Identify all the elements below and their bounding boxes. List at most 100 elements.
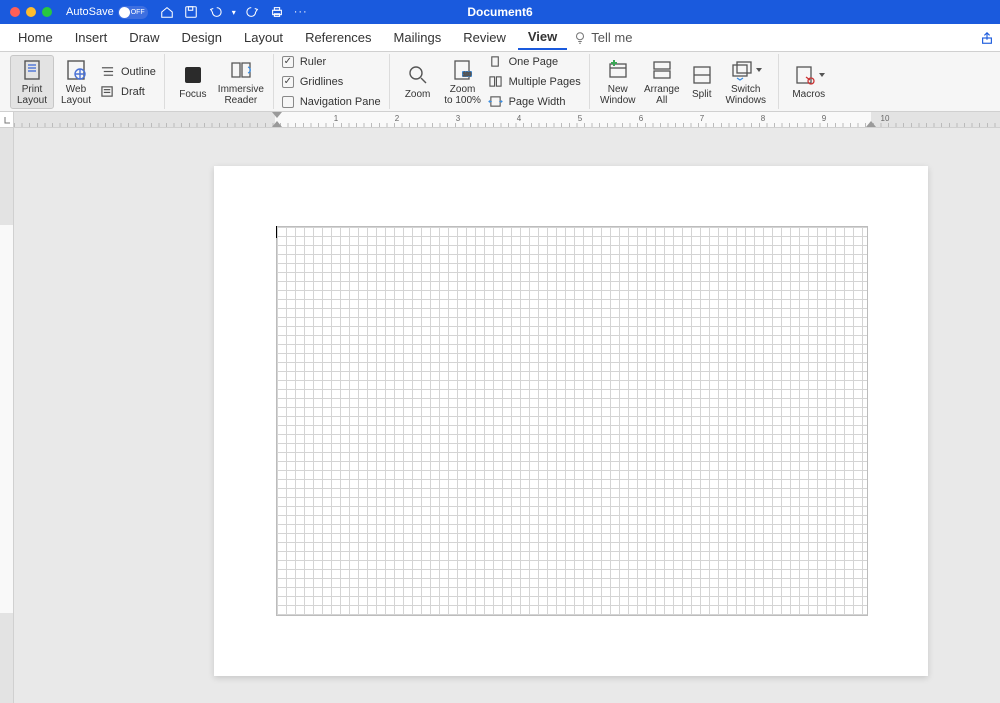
navigation-check-icon <box>282 96 294 108</box>
tab-references[interactable]: References <box>295 26 381 49</box>
right-indent-icon[interactable] <box>866 121 876 127</box>
draft-label: Draft <box>121 86 145 98</box>
focus-icon <box>181 63 205 87</box>
web-layout-button[interactable]: Web Layout <box>54 55 98 109</box>
first-line-indent-icon[interactable] <box>272 112 282 118</box>
titlebar: AutoSave OFF ▾ ··· Document6 <box>0 0 1000 24</box>
autosave-control[interactable]: AutoSave OFF <box>66 6 148 19</box>
ribbon-tabs: Home Insert Draw Design Layout Reference… <box>0 24 1000 52</box>
macros-icon <box>793 63 817 87</box>
undo-icon[interactable] <box>208 5 222 19</box>
autosave-toggle[interactable]: OFF <box>118 6 148 19</box>
zoom-subcolumn: One Page Multiple Pages Page Width <box>486 53 583 110</box>
new-window-button[interactable]: New Window <box>596 55 640 109</box>
redo-icon[interactable] <box>246 5 260 19</box>
save-icon[interactable] <box>184 5 198 19</box>
macros-dropdown-icon <box>819 73 825 77</box>
share-icon[interactable] <box>980 31 994 45</box>
print-icon[interactable] <box>270 5 284 19</box>
zoom-100-button[interactable]: 100 Zoom to 100% <box>440 55 486 109</box>
tab-view[interactable]: View <box>518 25 567 50</box>
minimize-window-button[interactable] <box>26 7 36 17</box>
outline-draft-column: Outline Draft <box>98 63 158 100</box>
multiple-pages-button[interactable]: Multiple Pages <box>486 73 583 90</box>
ruler-num: 7 <box>700 114 704 123</box>
tell-me-search[interactable]: Tell me <box>573 30 632 45</box>
close-window-button[interactable] <box>10 7 20 17</box>
undo-dropdown-icon[interactable]: ▾ <box>232 8 236 17</box>
multiple-pages-label: Multiple Pages <box>509 76 581 88</box>
window-controls <box>10 7 52 17</box>
switch-windows-icon <box>730 58 754 82</box>
tab-draw[interactable]: Draw <box>119 26 169 49</box>
switch-windows-button[interactable]: Switch Windows <box>720 55 772 109</box>
gridlines-overlay <box>276 226 868 616</box>
gridlines-check-icon <box>282 76 294 88</box>
tab-insert[interactable]: Insert <box>65 26 118 49</box>
group-window: New Window Arrange All Split Switch Wind… <box>590 54 779 109</box>
zoom-icon <box>406 63 430 87</box>
arrange-all-label: Arrange All <box>644 84 680 106</box>
tab-layout[interactable]: Layout <box>234 26 293 49</box>
autosave-label: AutoSave <box>66 6 114 18</box>
ruler-num: 10 <box>881 114 890 123</box>
immersive-reader-button[interactable]: Immersive Reader <box>215 55 267 109</box>
zoom-button[interactable]: Zoom <box>396 55 440 109</box>
ruler-num: 1 <box>334 114 338 123</box>
ruler-num: 4 <box>517 114 521 123</box>
outline-icon <box>100 65 115 78</box>
tab-mailings[interactable]: Mailings <box>384 26 452 49</box>
page-width-button[interactable]: Page Width <box>486 93 583 110</box>
fullscreen-window-button[interactable] <box>42 7 52 17</box>
ruler-corner[interactable] <box>0 112 14 127</box>
page[interactable] <box>214 166 928 676</box>
one-page-icon <box>488 55 503 68</box>
home-icon[interactable] <box>160 5 174 19</box>
split-button[interactable]: Split <box>684 55 720 109</box>
document-canvas[interactable] <box>14 128 1000 703</box>
ribbon: Print Layout Web Layout Outline Draft Fo… <box>0 52 1000 112</box>
print-layout-icon <box>20 58 44 82</box>
ruler-check-icon <box>282 56 294 68</box>
ruler-area: 1 2 3 4 5 6 7 8 9 10 <box>0 112 1000 128</box>
zoom-100-label: Zoom to 100% <box>444 84 481 106</box>
print-layout-label: Print Layout <box>17 84 47 106</box>
macros-label: Macros <box>792 89 825 100</box>
document-title: Document6 <box>467 5 532 19</box>
qat: ▾ ··· <box>160 5 308 19</box>
ruler-checkbox[interactable]: Ruler <box>280 53 383 70</box>
gridlines-checkbox[interactable]: Gridlines <box>280 73 383 90</box>
arrange-all-button[interactable]: Arrange All <box>640 55 684 109</box>
navigation-pane-checkbox[interactable]: Navigation Pane <box>280 93 383 110</box>
more-qat-icon[interactable]: ··· <box>294 6 308 18</box>
new-window-icon <box>606 58 630 82</box>
tab-review[interactable]: Review <box>453 26 516 49</box>
text-cursor <box>276 226 277 238</box>
tab-home[interactable]: Home <box>8 26 63 49</box>
immersive-reader-icon <box>229 58 253 82</box>
ruler-num: 9 <box>822 114 826 123</box>
horizontal-ruler[interactable]: 1 2 3 4 5 6 7 8 9 10 <box>14 112 1000 127</box>
zoom-label: Zoom <box>405 89 431 100</box>
draft-button[interactable]: Draft <box>98 83 158 100</box>
print-layout-button[interactable]: Print Layout <box>10 55 54 109</box>
page-width-icon <box>488 95 503 108</box>
svg-text:100: 100 <box>462 72 471 78</box>
hanging-indent-icon[interactable] <box>272 121 282 127</box>
group-views: Print Layout Web Layout Outline Draft <box>4 54 165 109</box>
split-label: Split <box>692 89 711 100</box>
focus-button[interactable]: Focus <box>171 55 215 109</box>
immersive-reader-label: Immersive Reader <box>218 84 264 106</box>
navigation-label: Navigation Pane <box>300 96 381 108</box>
macros-button[interactable]: Macros <box>785 55 833 109</box>
outline-button[interactable]: Outline <box>98 63 158 80</box>
ruler-label: Ruler <box>300 56 326 68</box>
web-layout-icon <box>64 58 88 82</box>
focus-label: Focus <box>179 89 206 100</box>
vertical-ruler[interactable] <box>0 128 14 703</box>
web-layout-label: Web Layout <box>61 84 91 106</box>
multiple-pages-icon <box>488 75 503 88</box>
one-page-button[interactable]: One Page <box>486 53 583 70</box>
group-macros: Macros <box>779 54 839 109</box>
tab-design[interactable]: Design <box>172 26 232 49</box>
